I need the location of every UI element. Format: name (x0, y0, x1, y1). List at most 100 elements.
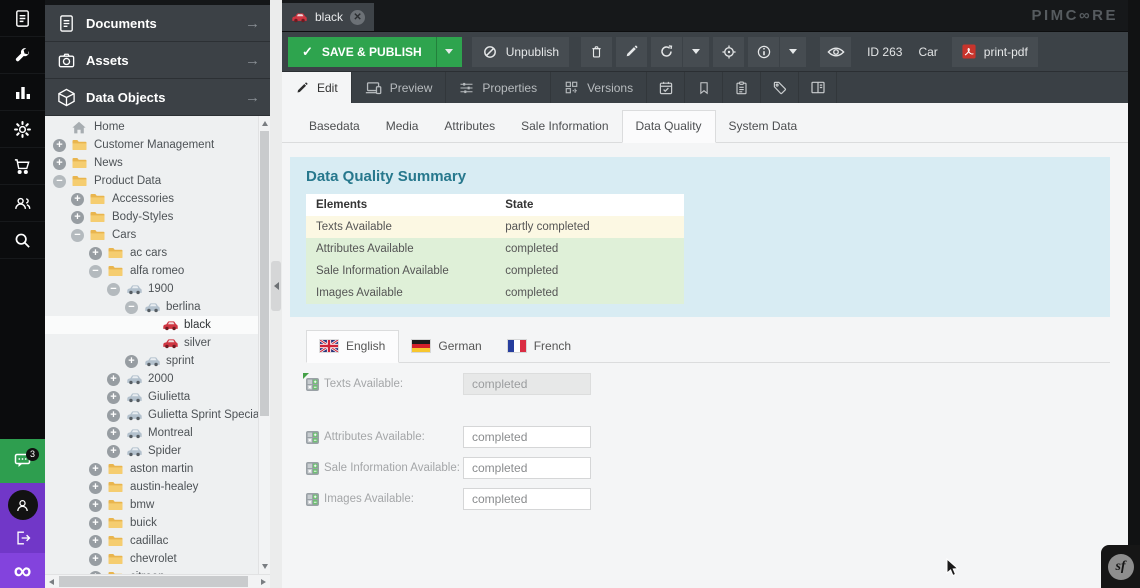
scroll-down-arrow[interactable] (262, 564, 268, 569)
tree-item-2000[interactable]: +2000 (45, 370, 270, 388)
expander-minus-icon[interactable]: − (71, 229, 84, 242)
expander-plus-icon[interactable]: + (71, 193, 84, 206)
language-tab-german[interactable]: German (399, 331, 494, 362)
search-icon[interactable] (0, 222, 45, 259)
tree-item-cadillac[interactable]: +cadillac (45, 532, 270, 550)
tree-item-berlina[interactable]: −berlina (45, 298, 270, 316)
scroll-thumb[interactable] (59, 576, 248, 587)
expander-plus-icon[interactable]: + (89, 517, 102, 530)
tab-media[interactable]: Media (373, 111, 432, 142)
expander-plus-icon[interactable]: + (71, 211, 84, 224)
tab-properties[interactable]: Properties (446, 72, 551, 103)
open-object-tab-black[interactable]: black ✕ (282, 3, 374, 31)
expander-minus-icon[interactable]: − (89, 265, 102, 278)
field-input-images-available[interactable]: completed (463, 488, 591, 510)
tree-item-chevrolet[interactable]: +chevrolet (45, 550, 270, 568)
reports-button[interactable] (723, 72, 761, 103)
tab-basedata[interactable]: Basedata (296, 111, 373, 142)
expander-minus-icon[interactable]: − (107, 283, 120, 296)
tree-item-alfa-romeo[interactable]: −alfa romeo (45, 262, 270, 280)
pimcore-infinity-logo[interactable]: ∞ (0, 553, 45, 588)
tree-item-buick[interactable]: +buick (45, 514, 270, 532)
notifications-chat-button[interactable]: 3 (0, 439, 45, 483)
tree-horizontal-scrollbar[interactable] (45, 574, 270, 588)
tree-vertical-scrollbar[interactable] (258, 116, 270, 574)
expander-plus-icon[interactable]: + (89, 247, 102, 260)
expander-minus-icon[interactable]: − (125, 301, 138, 314)
user-avatar[interactable] (8, 490, 38, 520)
tree-item-bmw[interactable]: +bmw (45, 496, 270, 514)
save-options-caret[interactable] (436, 37, 462, 67)
documents-rail-icon[interactable] (0, 0, 45, 37)
tree-item-giulietta[interactable]: +Giulietta (45, 388, 270, 406)
expander-plus-icon[interactable]: + (89, 481, 102, 494)
expander-plus-icon[interactable]: + (107, 409, 120, 422)
tree-item-montreal[interactable]: +Montreal (45, 424, 270, 442)
expander-plus-icon[interactable]: + (89, 463, 102, 476)
notes-button[interactable] (685, 72, 723, 103)
save-publish-button[interactable]: ✓ SAVE & PUBLISH (288, 37, 436, 67)
tree-item-spider[interactable]: +Spider (45, 442, 270, 460)
tree-item-gulietta-sprint-specia[interactable]: +Gulietta Sprint Specia (45, 406, 270, 424)
tab-versions[interactable]: Versions (551, 72, 647, 103)
info-button[interactable] (748, 37, 779, 67)
print-pdf-button[interactable]: print-pdf (952, 37, 1038, 67)
tree-item-news[interactable]: +News (45, 154, 270, 172)
tree-item-accessories[interactable]: +Accessories (45, 190, 270, 208)
tree-item-cars[interactable]: −Cars (45, 226, 270, 244)
tree-item-customer-management[interactable]: +Customer Management (45, 136, 270, 154)
tree-item-black[interactable]: black (45, 316, 270, 334)
field-input-sale-information-available[interactable]: completed (463, 457, 591, 479)
panel-splitter[interactable] (270, 0, 282, 588)
tab-sale-information[interactable]: Sale Information (508, 111, 621, 142)
tree-item-body-styles[interactable]: +Body-Styles (45, 208, 270, 226)
accordion-data-objects[interactable]: Data Objects → (45, 79, 270, 116)
accordion-assets[interactable]: Assets → (45, 42, 270, 79)
close-tab-icon[interactable]: ✕ (350, 10, 365, 25)
expander-minus-icon[interactable]: − (53, 175, 66, 188)
expander-plus-icon[interactable]: + (107, 427, 120, 440)
tree-item-home[interactable]: Home (45, 118, 270, 136)
language-tab-french[interactable]: French (495, 331, 584, 362)
settings-wrench-icon[interactable] (0, 37, 45, 74)
tab-preview[interactable]: Preview (352, 72, 447, 103)
scroll-thumb[interactable] (260, 131, 269, 416)
info-options-caret[interactable] (780, 37, 806, 67)
tab-data-quality[interactable]: Data Quality (622, 110, 716, 143)
expander-plus-icon[interactable]: + (53, 157, 66, 170)
tab-attributes[interactable]: Attributes (431, 111, 508, 142)
tree-item-sprint[interactable]: +sprint (45, 352, 270, 370)
open-documentation-button[interactable] (799, 72, 837, 103)
tree-item-1900[interactable]: −1900 (45, 280, 270, 298)
language-tab-english[interactable]: English (306, 330, 399, 363)
customers-icon[interactable] (0, 185, 45, 222)
tree-item-aston-martin[interactable]: +aston martin (45, 460, 270, 478)
expander-plus-icon[interactable]: + (107, 391, 120, 404)
scroll-right-arrow[interactable] (261, 579, 266, 585)
tree-item-product-data[interactable]: −Product Data (45, 172, 270, 190)
tree-item-ac-cars[interactable]: +ac cars (45, 244, 270, 262)
gear-icon[interactable] (0, 111, 45, 148)
expander-plus-icon[interactable]: + (107, 373, 120, 386)
scroll-left-arrow[interactable] (49, 579, 54, 585)
schedule-button[interactable] (647, 72, 685, 103)
tab-system-data[interactable]: System Data (716, 111, 811, 142)
tree-item-austin-healey[interactable]: +austin-healey (45, 478, 270, 496)
expander-plus-icon[interactable]: + (107, 445, 120, 458)
open-preview-button[interactable] (820, 37, 851, 67)
expander-plus-icon[interactable]: + (53, 139, 66, 152)
reports-chart-icon[interactable] (0, 74, 45, 111)
reload-options-caret[interactable] (683, 37, 709, 67)
tab-edit[interactable]: Edit (282, 72, 352, 103)
delete-button[interactable] (581, 37, 612, 67)
symfony-profiler-button[interactable]: sf (1101, 545, 1140, 588)
expander-plus-icon[interactable]: + (89, 535, 102, 548)
scroll-up-arrow[interactable] (262, 121, 268, 126)
reload-button[interactable] (651, 37, 682, 67)
cart-icon[interactable] (0, 148, 45, 185)
expander-plus-icon[interactable]: + (89, 553, 102, 566)
accordion-documents[interactable]: Documents → (45, 5, 270, 42)
expander-plus-icon[interactable]: + (125, 355, 138, 368)
unpublish-button[interactable]: Unpublish (472, 37, 569, 67)
logout-icon[interactable] (14, 529, 32, 547)
